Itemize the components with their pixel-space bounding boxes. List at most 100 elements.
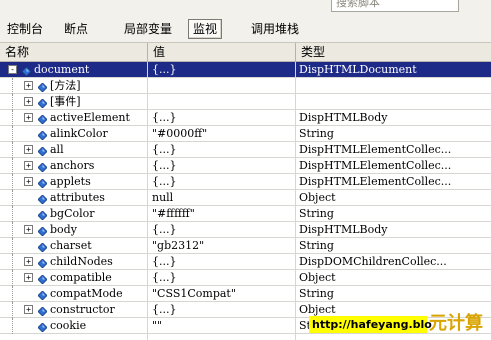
column-header-name[interactable]: 名称 xyxy=(0,43,148,61)
watch-row[interactable]: - document {...} DispHTMLDocument xyxy=(0,62,491,78)
row-name: bgColor xyxy=(50,207,95,220)
row-value[interactable] xyxy=(152,78,292,93)
row-type xyxy=(299,94,489,109)
expand-icon[interactable]: + xyxy=(24,81,33,90)
row-value[interactable]: "CSS1Compat" xyxy=(152,286,292,301)
row-name: body xyxy=(50,223,77,236)
row-value[interactable]: null xyxy=(152,190,292,205)
watch-row[interactable]: charset "gb2312" String xyxy=(0,238,491,254)
property-icon xyxy=(37,209,48,221)
row-value[interactable]: {...} xyxy=(152,302,292,317)
watch-row[interactable]: + compatible {...} Object xyxy=(0,270,491,286)
tree-guide xyxy=(12,94,14,110)
expand-icon[interactable]: + xyxy=(24,161,33,170)
watch-grid: - document {...} DispHTMLDocument + [方法] + [事件]… xyxy=(0,62,491,340)
column-header-type[interactable]: 类型 xyxy=(296,43,491,61)
row-value[interactable]: {...} xyxy=(152,270,292,285)
watch-row[interactable]: + [方法] xyxy=(0,78,491,94)
watch-row[interactable]: + all {...} DispHTMLElementCollec... xyxy=(0,142,491,158)
column-divider xyxy=(147,62,148,340)
row-type: DispDOMChildrenCollec... xyxy=(299,255,447,268)
search-input[interactable]: 搜索脚本 xyxy=(331,0,459,12)
watermark-url: http://hafeyang.blo xyxy=(309,316,432,333)
row-type: String xyxy=(299,239,334,252)
tree-guide xyxy=(12,302,14,318)
row-type: DispHTMLBody xyxy=(299,111,388,124)
row-type: DispHTMLDocument xyxy=(299,63,417,76)
tab-locals[interactable]: 局部变量 xyxy=(120,20,176,38)
property-icon xyxy=(37,129,48,141)
row-value[interactable]: "gb2312" xyxy=(152,238,292,253)
row-value[interactable]: {...} xyxy=(152,158,292,173)
watch-row[interactable]: alinkColor "#0000ff" String xyxy=(0,126,491,142)
tree-guide xyxy=(12,238,14,254)
expand-icon[interactable]: + xyxy=(24,305,33,314)
expand-icon[interactable]: + xyxy=(24,257,33,266)
expand-icon[interactable]: + xyxy=(24,97,33,106)
row-type: DispHTMLElementCollec... xyxy=(299,175,452,188)
property-icon xyxy=(37,289,48,301)
property-icon xyxy=(37,81,48,93)
property-icon xyxy=(37,161,48,173)
tab-bar: 搜索脚本 控制台 断点 局部变量 监视 调用堆栈 xyxy=(0,0,491,43)
row-value[interactable]: "" xyxy=(152,318,292,333)
watch-row[interactable]: + applets {...} DispHTMLElementCollec... xyxy=(0,174,491,190)
row-type: DispHTMLElementCollec... xyxy=(299,159,452,172)
watch-row[interactable]: + activeElement {...} DispHTMLBody xyxy=(0,110,491,126)
column-divider xyxy=(295,62,296,340)
property-icon xyxy=(37,305,48,317)
row-value[interactable]: "#ffffff" xyxy=(152,206,292,221)
tree-guide xyxy=(12,174,14,190)
row-name: constructor xyxy=(50,303,115,316)
row-value[interactable]: {...} xyxy=(152,110,292,125)
tab-breakpoints[interactable]: 断点 xyxy=(60,20,92,38)
expand-icon[interactable]: + xyxy=(24,113,33,122)
row-value[interactable]: {...} xyxy=(152,254,292,269)
expand-icon[interactable]: + xyxy=(24,177,33,186)
collapse-icon[interactable]: - xyxy=(8,65,17,74)
row-name: all xyxy=(50,143,64,156)
row-name: document xyxy=(34,63,90,76)
tree-guide xyxy=(12,206,14,222)
expand-icon[interactable]: + xyxy=(24,145,33,154)
row-name: attributes xyxy=(50,191,105,204)
column-header-value[interactable]: 值 xyxy=(148,43,296,61)
row-name: alinkColor xyxy=(50,127,108,140)
watch-row[interactable]: + [事件] xyxy=(0,94,491,110)
watch-row[interactable]: + anchors {...} DispHTMLElementCollec... xyxy=(0,158,491,174)
tree-guide xyxy=(12,158,14,174)
row-value[interactable]: {...} xyxy=(152,174,292,189)
property-icon xyxy=(37,113,48,125)
row-value[interactable] xyxy=(152,94,292,109)
tree-guide xyxy=(12,222,14,238)
property-icon xyxy=(37,145,48,157)
row-type: Object xyxy=(299,271,336,284)
row-type: DispHTMLBody xyxy=(299,223,388,236)
row-value[interactable]: "#0000ff" xyxy=(152,126,292,141)
watch-row[interactable]: + body {...} DispHTMLBody xyxy=(0,222,491,238)
row-type: String xyxy=(299,127,334,140)
row-value[interactable]: {...} xyxy=(152,62,292,77)
row-type: String xyxy=(299,287,334,300)
expand-icon[interactable]: + xyxy=(24,225,33,234)
tree-guide xyxy=(12,270,14,286)
row-name: [方法] xyxy=(50,79,81,92)
row-name: applets xyxy=(50,175,91,188)
property-icon xyxy=(37,193,48,205)
row-name: charset xyxy=(50,239,92,252)
tab-watch[interactable]: 监视 xyxy=(188,19,223,39)
tab-call-stack[interactable]: 调用堆栈 xyxy=(247,20,303,38)
property-icon xyxy=(37,241,48,253)
watch-row[interactable]: bgColor "#ffffff" String xyxy=(0,206,491,222)
row-name: compatMode xyxy=(50,287,123,300)
row-name: childNodes xyxy=(50,255,113,268)
watch-row[interactable]: attributes null Object xyxy=(0,190,491,206)
row-name: cookie xyxy=(50,319,87,332)
expand-icon[interactable]: + xyxy=(24,273,33,282)
row-value[interactable]: {...} xyxy=(152,142,292,157)
watch-row[interactable]: compatMode "CSS1Compat" String xyxy=(0,286,491,302)
property-icon xyxy=(37,97,48,109)
tab-console[interactable]: 控制台 xyxy=(3,20,47,38)
row-value[interactable]: {...} xyxy=(152,222,292,237)
watch-row[interactable]: + childNodes {...} DispDOMChildrenCollec... xyxy=(0,254,491,270)
